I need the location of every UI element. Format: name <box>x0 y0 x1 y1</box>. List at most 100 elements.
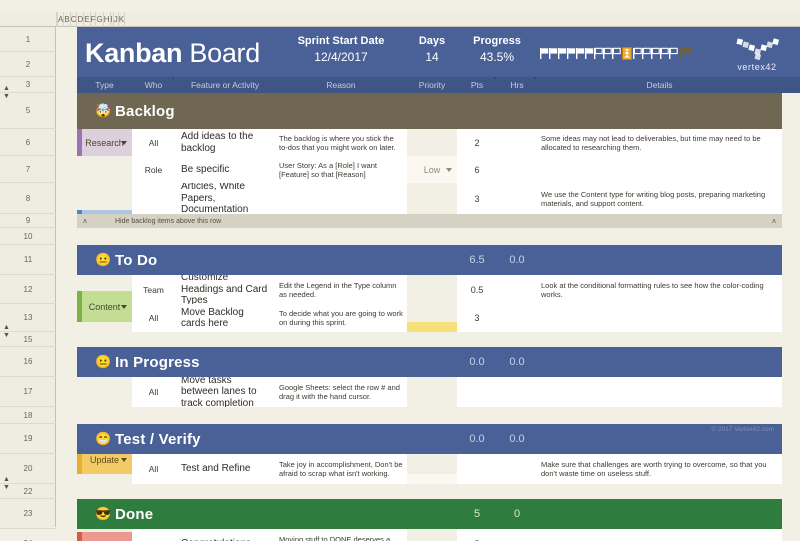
card-hrs-cell[interactable] <box>497 275 537 304</box>
row-header-16[interactable]: 16 <box>0 347 56 377</box>
card-reason-cell[interactable]: Take joy in accomplishment, Don't be afr… <box>275 454 407 484</box>
card-feature-cell[interactable]: Move Backlog cards here <box>175 304 275 332</box>
lane-total-pts: 5 <box>473 507 481 520</box>
card-reason-cell[interactable]: Edit the Legend in the Type column as ne… <box>275 275 407 304</box>
col-header-who[interactable]: Who <box>132 77 175 93</box>
card-pts-cell[interactable]: 3 <box>457 304 497 332</box>
card-hrs-cell[interactable] <box>497 183 537 214</box>
card-pts-cell[interactable]: 5 <box>457 529 497 541</box>
select-all-corner[interactable] <box>0 11 57 27</box>
card-reason-cell[interactable]: Moving stuff to DONE deserves a high fiv… <box>275 529 407 541</box>
chevron-down-icon[interactable] <box>121 457 127 462</box>
hide-row-left-marker[interactable]: ʌ <box>77 218 93 225</box>
row-header-18[interactable]: 18 <box>0 407 56 424</box>
card-pts-cell[interactable] <box>457 377 497 407</box>
chevron-down-icon[interactable] <box>446 167 452 172</box>
hide-row-right-marker[interactable]: ʌ <box>766 218 782 225</box>
row-header-12[interactable]: 12 <box>0 275 56 304</box>
card-feature-cell[interactable]: Congratulations <box>175 529 275 541</box>
card-hrs-cell[interactable] <box>497 454 537 484</box>
card-hrs-cell[interactable] <box>497 304 537 332</box>
row-header-7[interactable]: 7 <box>0 156 56 183</box>
card-pts-cell[interactable]: 2 <box>457 129 497 156</box>
row-number-gutter[interactable]: 1235678910111213151617181920222324▲▼▲▼▲▼ <box>0 27 56 541</box>
card-reason-cell[interactable]: Google Sheets: select the row # and drag… <box>275 377 407 407</box>
card-who-cell[interactable]: Team <box>132 275 175 304</box>
card-hrs-cell[interactable] <box>497 377 537 407</box>
col-header-reason[interactable]: Reason <box>275 77 407 93</box>
card-pts-cell[interactable]: 6 <box>457 156 497 183</box>
column-header-bar[interactable]: ABCDEFGHIJK <box>0 11 800 27</box>
hidden-rows-indicator-down[interactable]: ▼ <box>3 93 10 100</box>
card-reason-cell[interactable] <box>275 183 407 214</box>
card-reason-cell[interactable]: User Story: As a [Role] I want [Feature]… <box>275 156 407 183</box>
card-hrs-cell[interactable] <box>497 529 537 541</box>
hidden-rows-indicator-up[interactable]: ▲ <box>3 476 10 483</box>
card-type-cell[interactable]: Research <box>77 129 132 156</box>
card-hrs-cell[interactable] <box>497 156 537 183</box>
card-feature-cell[interactable]: Add ideas to the backlog <box>175 129 275 156</box>
row-header-19[interactable]: 19 <box>0 424 56 454</box>
card-pts-cell[interactable]: 0.5 <box>457 275 497 304</box>
column-header-d[interactable]: D <box>77 11 85 27</box>
card-type-cell[interactable]: Content <box>77 291 132 322</box>
card-pts-cell[interactable] <box>457 454 497 484</box>
hide-backlog-row[interactable]: ʌ Hide backlog items above this row ʌ <box>77 214 782 228</box>
card-feature-cell[interactable]: Move tasks between lanes to track comple… <box>175 377 275 407</box>
row-header-6[interactable]: 6 <box>0 129 56 156</box>
vertex42-logo[interactable]: vertex42 <box>722 33 792 75</box>
row-header-24[interactable]: 24 <box>0 529 56 541</box>
card-who-cell[interactable]: All <box>132 377 175 407</box>
row-header-8[interactable]: 8 <box>0 183 56 214</box>
card-who-cell[interactable]: All <box>132 529 175 541</box>
row-header-10[interactable]: 10 <box>0 228 56 245</box>
card-reason-cell[interactable]: The backlog is where you stick the to-do… <box>275 129 407 156</box>
column-header-g[interactable]: G <box>96 11 104 27</box>
column-header-k[interactable]: K <box>119 11 126 27</box>
card-feature-cell[interactable]: Test and Refine <box>175 454 275 484</box>
card-details-cell[interactable] <box>537 529 782 541</box>
row-header-11[interactable]: 11 <box>0 245 56 275</box>
row-header-9[interactable]: 9 <box>0 214 56 228</box>
column-header-a[interactable]: A <box>57 11 65 27</box>
card-who-cell[interactable]: Role <box>132 156 175 183</box>
col-header-priority[interactable]: Priority <box>407 77 457 93</box>
card-details-cell[interactable]: We use the Content type for writing blog… <box>537 183 782 214</box>
lane-header-in-progress: 😐 In Progress 0.0 0.0 <box>77 347 782 377</box>
col-header-type[interactable]: Type <box>77 77 132 93</box>
card-details-cell[interactable]: Look at the conditional formatting rules… <box>537 275 782 304</box>
hidden-rows-indicator-up[interactable]: ▲ <box>3 324 10 331</box>
card-feature-cell[interactable]: Customize Headings and Card Types <box>175 275 275 304</box>
hidden-rows-indicator-up[interactable]: ▲ <box>3 85 10 92</box>
card-pts-cell[interactable]: 3 <box>457 183 497 214</box>
column-header-c[interactable]: C <box>71 11 78 27</box>
card-details-cell[interactable] <box>537 156 782 183</box>
col-header-pts[interactable]: Pts <box>457 77 497 93</box>
row-header-17[interactable]: 17 <box>0 377 56 407</box>
hidden-rows-indicator-down[interactable]: ▼ <box>3 484 10 491</box>
card-details-cell[interactable]: Make sure that challenges are worth tryi… <box>537 454 782 484</box>
row-header-23[interactable]: 23 <box>0 499 56 529</box>
hidden-rows-indicator-down[interactable]: ▼ <box>3 332 10 339</box>
card-feature-cell[interactable]: Articles, White Papers, Documentation <box>175 183 275 214</box>
card-details-cell[interactable] <box>537 304 782 332</box>
row-header-1[interactable]: 1 <box>0 27 56 52</box>
card-feature-cell[interactable]: Be specific <box>175 156 275 183</box>
card-type-cell[interactable]: Task <box>77 532 132 541</box>
col-header-feature[interactable]: Feature or Activity <box>175 77 275 93</box>
card-who-cell[interactable]: All <box>132 129 175 156</box>
card-hrs-cell[interactable] <box>497 129 537 156</box>
chevron-down-icon[interactable] <box>121 304 127 309</box>
card-priority-cell[interactable]: Low <box>407 156 457 183</box>
column-header-h[interactable]: H <box>104 11 111 27</box>
card-who-cell[interactable]: All <box>132 454 175 484</box>
card-details-cell[interactable]: Some ideas may not lead to deliverables,… <box>537 129 782 156</box>
card-details-cell[interactable] <box>537 377 782 407</box>
row-header-2[interactable]: 2 <box>0 52 56 77</box>
card-reason-cell[interactable]: To decide what you are going to work on … <box>275 304 407 332</box>
card-who-cell[interactable]: All <box>132 304 175 332</box>
card-who-cell[interactable] <box>132 183 175 214</box>
col-header-details[interactable]: Details <box>537 77 782 93</box>
col-header-hrs[interactable]: Hrs <box>497 77 537 93</box>
chevron-down-icon[interactable] <box>121 140 127 145</box>
